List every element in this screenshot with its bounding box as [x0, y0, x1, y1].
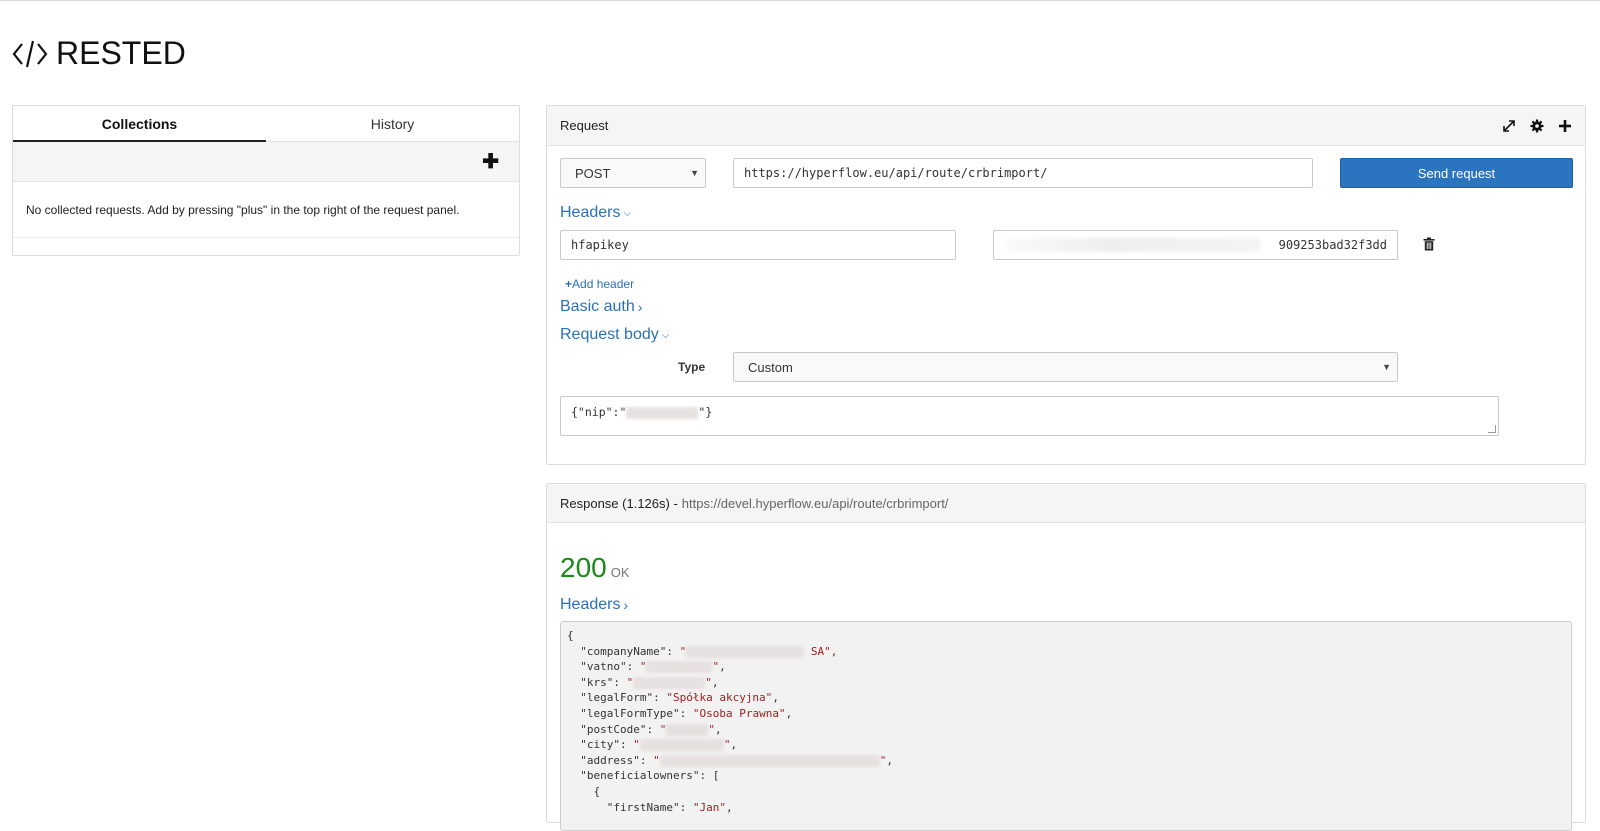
json-value: "Spółka akcyjna"	[666, 691, 773, 705]
redacted-value	[686, 645, 805, 658]
response-status: 200 OK	[560, 552, 630, 584]
body-type-value: Custom	[748, 359, 793, 375]
json-key: "legalForm":	[580, 691, 667, 705]
chevron-down-icon: ▼	[1382, 362, 1391, 372]
type-label: Type	[678, 360, 706, 374]
redacted-value	[626, 406, 699, 419]
body-suffix: "}	[698, 405, 713, 419]
json-key: "beneficialowners": [	[580, 769, 720, 783]
json-key: "companyName":	[580, 644, 680, 658]
request-body-label: Request body	[560, 326, 659, 343]
request-body-textarea[interactable]: {"nip":" "}	[560, 396, 1499, 436]
app-title: RESTED	[56, 35, 186, 71]
json-value: "Osoba Prawna"	[692, 706, 786, 720]
code-icon	[12, 40, 48, 67]
redacted-value	[646, 661, 713, 674]
header-name-input[interactable]: hfapikey	[560, 230, 956, 260]
add-header-label: Add header	[572, 277, 635, 291]
redacted-value	[633, 676, 706, 689]
redacted-value	[1006, 238, 1261, 252]
request-title: Request	[560, 118, 609, 133]
json-line: {	[567, 629, 574, 642]
redacted-value	[659, 754, 880, 767]
status-text: OK	[610, 565, 630, 580]
chevron-right-icon: ›	[623, 597, 629, 613]
json-key: "address":	[580, 753, 654, 767]
chevron-down-icon: ⌵	[661, 329, 670, 341]
request-body-toggle[interactable]: Request body ⌵	[560, 326, 669, 344]
response-headers-label: Headers	[560, 596, 621, 613]
empty-collections-message: No collected requests. Add by pressing "…	[13, 182, 519, 238]
response-panel-header: Response (1.126s) - https://devel.hyperf…	[547, 484, 1585, 523]
send-request-button[interactable]: Send request	[1340, 158, 1573, 188]
response-body: { "companyName": " SA", "vatno": " ", "kr…	[560, 621, 1572, 831]
add-header-link[interactable]: +Add header	[565, 277, 634, 291]
response-panel: Response (1.126s) - https://devel.hyperf…	[546, 483, 1586, 831]
json-key: "krs":	[580, 675, 627, 689]
basic-auth-label: Basic auth	[560, 298, 635, 315]
headers-toggle[interactable]: Headers ⌵	[560, 204, 631, 222]
json-key: "postCode":	[580, 722, 660, 736]
response-title: Response (1.126s) -	[560, 495, 678, 511]
redacted-value	[666, 723, 709, 736]
redacted-value	[639, 739, 724, 752]
expand-icon[interactable]	[1502, 119, 1516, 133]
response-headers-toggle[interactable]: Headers ›	[560, 596, 628, 614]
json-line: {	[593, 784, 601, 798]
body-type-select[interactable]: Custom ▼	[733, 352, 1398, 382]
json-key: "legalFormType":	[580, 706, 693, 720]
resize-handle[interactable]	[1488, 425, 1496, 433]
plus-icon: +	[565, 277, 573, 291]
request-panel-header: Request	[547, 106, 1585, 146]
status-code: 200	[560, 552, 607, 583]
json-value: SA",	[804, 644, 838, 658]
basic-auth-toggle[interactable]: Basic auth ›	[560, 298, 642, 316]
chevron-down-icon: ▼	[690, 168, 699, 178]
header-value-input[interactable]: 909253bad32f3dd	[993, 230, 1398, 260]
method-select[interactable]: POST ▼	[560, 158, 706, 188]
body-prefix: {"nip":"	[571, 405, 627, 419]
headers-label: Headers	[560, 204, 621, 221]
method-value: POST	[575, 165, 611, 181]
json-key: "vatno":	[580, 660, 640, 674]
trash-icon[interactable]	[1423, 237, 1435, 251]
collections-panel: Collections History ✚ No collected reque…	[12, 105, 520, 256]
add-collection-plus-icon[interactable]: ✚	[482, 152, 499, 172]
request-panel: Request POST ▼ https://hyperflow.eu/api/…	[546, 105, 1586, 465]
chevron-down-icon: ⌵	[623, 207, 632, 219]
add-to-collection-plus-icon[interactable]	[1558, 119, 1572, 133]
tab-history[interactable]: History	[266, 106, 519, 141]
response-url: https://devel.hyperflow.eu/api/route/crb…	[681, 495, 949, 511]
url-input[interactable]: https://hyperflow.eu/api/route/crbrimpor…	[733, 158, 1313, 188]
header-value-text: 909253bad32f3dd	[1278, 238, 1387, 252]
gear-icon[interactable]	[1530, 119, 1544, 133]
tab-collections[interactable]: Collections	[13, 106, 266, 142]
chevron-right-icon: ›	[637, 299, 643, 315]
json-key: "city":	[580, 738, 634, 752]
app-brand: RESTED	[12, 35, 186, 72]
collections-toolbar: ✚	[13, 142, 519, 182]
panel-tabs: Collections History	[13, 106, 519, 142]
